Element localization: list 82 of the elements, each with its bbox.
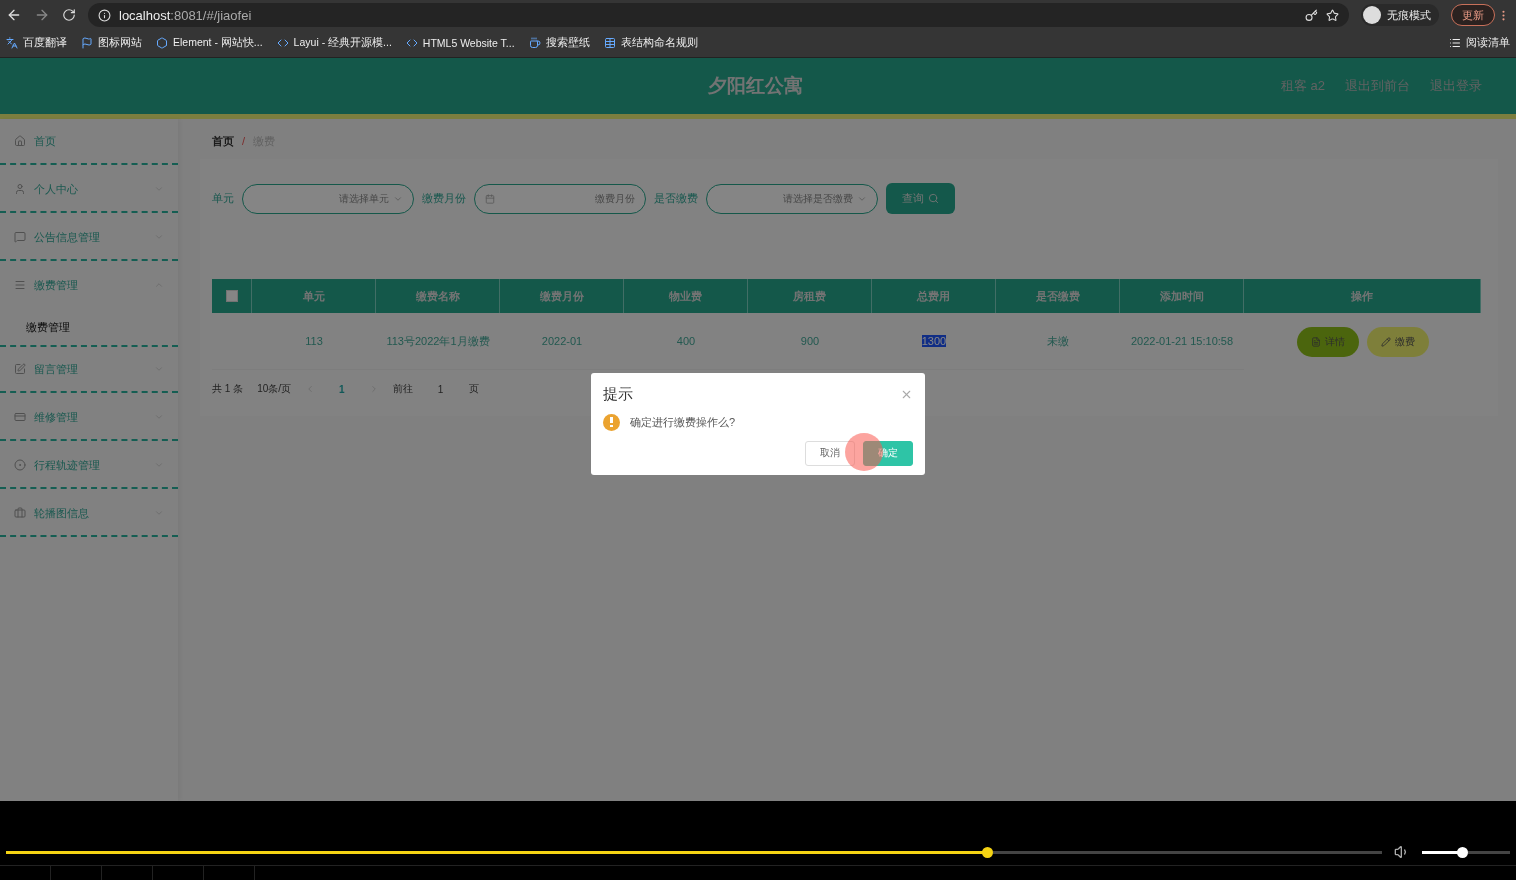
card-icon bbox=[14, 411, 26, 423]
code-icon bbox=[276, 37, 289, 49]
sidebar-item[interactable]: 个人中心 bbox=[0, 167, 178, 213]
search-button[interactable]: 查询 bbox=[886, 183, 955, 214]
bookmark[interactable]: Layui - 经典开源模... bbox=[276, 36, 392, 50]
flag-icon bbox=[81, 37, 93, 49]
url-path: :8081/#/jiaofei bbox=[170, 7, 252, 23]
back-icon[interactable] bbox=[6, 7, 22, 23]
update-button[interactable]: 更新 bbox=[1451, 4, 1495, 26]
filter-label: 单元 bbox=[212, 191, 234, 206]
filter-label: 缴费月份 bbox=[422, 191, 466, 206]
star-icon[interactable] bbox=[1326, 8, 1339, 22]
sidebar-item[interactable]: 公告信息管理 bbox=[0, 215, 178, 261]
url-host: localhost bbox=[119, 7, 171, 23]
breadcrumb-item[interactable]: 首页 bbox=[212, 133, 234, 149]
header-link[interactable]: 租客 a2 bbox=[1280, 77, 1325, 95]
user-icon bbox=[14, 183, 26, 195]
incognito-badge[interactable]: 无痕模式 bbox=[1361, 4, 1439, 26]
total-count: 共 1 条 bbox=[212, 382, 244, 396]
column-header: 添加时间 bbox=[1120, 279, 1244, 313]
key-icon[interactable] bbox=[1305, 8, 1318, 22]
page-suffix: 页 bbox=[468, 382, 479, 396]
document-icon bbox=[1310, 336, 1321, 347]
bookmark[interactable]: 搜索壁纸 bbox=[528, 36, 590, 50]
sidebar-subitem[interactable]: 缴费管理 bbox=[0, 309, 178, 345]
filter-label: 是否缴费 bbox=[654, 191, 698, 206]
hexagon-icon bbox=[156, 37, 168, 49]
menu-icon bbox=[14, 279, 26, 291]
site-title: 夕阳红公寓 bbox=[706, 74, 804, 98]
checkbox[interactable] bbox=[225, 290, 238, 302]
dialog-message: 确定进行缴费操作么? bbox=[630, 414, 736, 430]
bookmark[interactable]: 百度翻译 bbox=[6, 36, 67, 50]
header-link[interactable]: 退出登录 bbox=[1430, 77, 1482, 95]
sidebar-item[interactable]: 留言管理 bbox=[0, 347, 178, 393]
warning-icon bbox=[603, 413, 620, 431]
reading-list[interactable]: 阅读清单 bbox=[1449, 36, 1510, 50]
code-icon bbox=[405, 37, 418, 49]
pen-square-icon bbox=[14, 363, 26, 375]
column-header: 物业费 bbox=[624, 279, 748, 313]
confirm-button[interactable]: 确定 bbox=[863, 440, 913, 466]
address-bar[interactable]: localhost:8081/#/jiaofei bbox=[88, 3, 1349, 27]
page-number[interactable]: 1 bbox=[329, 383, 355, 395]
column-header: 是否缴费 bbox=[996, 279, 1120, 313]
sidebar-item[interactable]: 行程轨迹管理 bbox=[0, 443, 178, 489]
sidebar-item[interactable]: 轮播图信息 bbox=[0, 491, 178, 537]
table-icon bbox=[603, 37, 616, 49]
calendar-icon bbox=[485, 193, 495, 204]
sidebar-item[interactable]: 维修管理 bbox=[0, 395, 178, 441]
sidebar-item[interactable]: 缴费管理 bbox=[0, 263, 178, 307]
column-header: 缴费月份 bbox=[500, 279, 624, 313]
cancel-button[interactable]: 取消 bbox=[805, 440, 855, 466]
forward-icon[interactable] bbox=[34, 7, 50, 23]
bookmark[interactable]: Element - 网站快... bbox=[156, 36, 263, 50]
column-header: 操作 bbox=[1244, 279, 1481, 313]
volume-thumb[interactable] bbox=[1457, 846, 1469, 858]
home-icon bbox=[14, 135, 26, 147]
info-icon[interactable] bbox=[98, 8, 111, 22]
list-icon bbox=[1449, 37, 1461, 49]
pencil-icon bbox=[1380, 336, 1391, 347]
column-header: 单元 bbox=[252, 279, 376, 313]
briefcase-icon bbox=[14, 507, 26, 519]
goto-label: 前往 bbox=[392, 382, 413, 396]
header-link[interactable]: 退出到前台 bbox=[1345, 77, 1410, 95]
progress-thumb[interactable] bbox=[982, 846, 994, 858]
search-icon bbox=[928, 193, 939, 204]
goto-page-field[interactable]: 1 bbox=[426, 382, 455, 396]
sidebar-item[interactable]: 首页 bbox=[0, 119, 178, 165]
bookmark[interactable]: HTML5 Website T... bbox=[405, 37, 515, 49]
target-icon bbox=[14, 459, 26, 471]
column-header: 房租费 bbox=[748, 279, 872, 313]
bookmark[interactable]: 表结构命名规则 bbox=[603, 36, 698, 50]
cup-icon bbox=[528, 37, 541, 49]
pay-button[interactable]: 缴费 bbox=[1366, 326, 1429, 357]
bookmark[interactable]: 图标网站 bbox=[81, 36, 142, 50]
page-size-select[interactable]: 10条/页 bbox=[257, 382, 292, 396]
translate-icon bbox=[6, 37, 18, 49]
message-icon bbox=[14, 231, 26, 243]
dialog-title: 提示 bbox=[603, 384, 633, 404]
breadcrumb-separator: / bbox=[242, 135, 246, 147]
column-header: 总费用 bbox=[872, 279, 996, 313]
column-header: 缴费名称 bbox=[376, 279, 500, 313]
reload-icon[interactable] bbox=[62, 8, 76, 22]
